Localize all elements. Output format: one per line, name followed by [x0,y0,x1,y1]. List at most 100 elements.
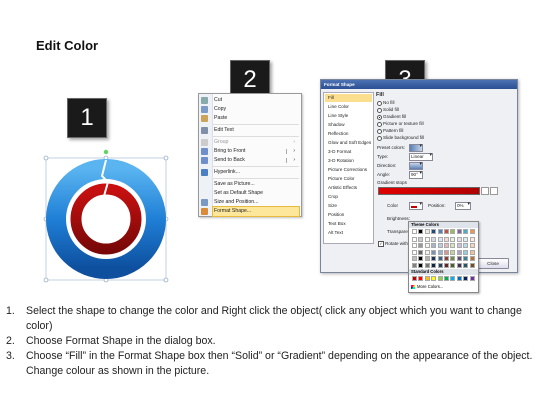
category-text-box[interactable]: Text Box [325,220,372,228]
theme-color-swatch[interactable] [418,243,424,248]
theme-color-swatch[interactable] [437,229,443,234]
theme-color-swatch[interactable] [412,256,417,261]
menu-item-cut[interactable]: Cut [201,96,299,105]
theme-color-swatch[interactable] [437,236,443,242]
menu-item-size-and-position[interactable]: Size and Position... [201,198,299,207]
category-shadow[interactable]: Shadow [325,121,372,129]
menu-item-copy[interactable]: Copy [201,105,299,114]
category-picture-corrections[interactable]: Picture Corrections [325,166,372,174]
rotate-checkbox[interactable]: ✓ [378,241,384,247]
more-colors-link[interactable]: More Colors... [411,284,443,289]
standard-color-swatch[interactable] [424,276,430,281]
category-3d-rotation[interactable]: 3-D Rotation [325,157,372,165]
radio-picture-fill[interactable] [377,122,382,127]
menu-item-send-to-back[interactable]: Send to Back › [201,156,299,165]
theme-color-swatch[interactable] [450,229,456,234]
theme-color-swatch[interactable] [469,249,475,255]
theme-color-swatch[interactable] [424,262,430,268]
theme-color-swatch[interactable] [424,229,430,234]
theme-color-swatch[interactable] [450,249,456,255]
standard-color-swatch[interactable] [431,276,437,281]
theme-color-swatch[interactable] [469,236,475,242]
category-reflection[interactable]: Reflection [325,130,372,138]
radio-no-fill[interactable] [377,101,382,106]
color-button[interactable] [409,201,423,210]
theme-color-swatch[interactable] [456,262,462,268]
remove-stop-icon[interactable] [490,187,498,195]
standard-color-swatch[interactable] [463,276,469,281]
menu-item-save-as-picture[interactable]: Save as Picture... [213,180,299,189]
standard-color-swatch[interactable] [418,276,424,281]
standard-color-swatch[interactable] [444,276,449,281]
category-alt-text[interactable]: Alt Text [325,229,372,237]
theme-color-swatch[interactable] [463,236,469,242]
preset-colors-button[interactable] [409,143,423,152]
close-button[interactable]: Close [477,258,509,269]
theme-color-swatch[interactable] [431,229,437,234]
type-select[interactable]: Linear [409,152,433,161]
theme-color-swatch[interactable] [418,249,424,255]
theme-color-swatch[interactable] [444,229,449,234]
theme-color-swatch[interactable] [450,236,456,242]
theme-color-swatch[interactable] [431,236,437,242]
theme-color-swatch[interactable] [412,236,417,242]
theme-color-swatch[interactable] [469,256,475,261]
category-glow[interactable]: Glow and Soft Edges [325,139,372,147]
standard-color-swatch[interactable] [456,276,462,281]
category-artistic-effects[interactable]: Artistic Effects [325,184,372,192]
category-crop[interactable]: Crop [325,193,372,201]
category-position[interactable]: Position [325,211,372,219]
theme-color-swatch[interactable] [456,256,462,261]
rotation-handle[interactable] [103,149,109,155]
theme-color-swatch[interactable] [469,262,475,268]
theme-color-swatch[interactable] [437,243,443,248]
menu-item-hyperlink[interactable]: Hyperlink... [201,168,299,177]
theme-color-swatch[interactable] [412,243,417,248]
theme-color-swatch[interactable] [463,262,469,268]
theme-color-swatch[interactable] [444,236,449,242]
theme-color-swatch[interactable] [450,256,456,261]
category-fill[interactable]: Fill [325,94,372,102]
angle-input[interactable]: 90° [409,170,423,179]
theme-color-swatch[interactable] [431,262,437,268]
menu-item-edit-text[interactable]: Edit Text [201,126,299,135]
theme-color-swatch[interactable] [444,249,449,255]
standard-color-swatch[interactable] [450,276,456,281]
theme-color-swatch[interactable] [424,249,430,255]
menu-item-set-default-shape[interactable]: Set as Default Shape [213,189,299,198]
theme-color-swatch[interactable] [418,236,424,242]
theme-color-swatch[interactable] [437,249,443,255]
theme-color-swatch[interactable] [456,249,462,255]
theme-color-swatch[interactable] [431,243,437,248]
theme-color-swatch[interactable] [424,256,430,261]
theme-color-swatch[interactable] [450,262,456,268]
theme-color-swatch[interactable] [418,229,424,234]
theme-color-swatch[interactable] [456,236,462,242]
theme-color-swatch[interactable] [463,229,469,234]
theme-color-swatch[interactable] [456,229,462,234]
theme-color-swatch[interactable] [444,262,449,268]
theme-color-swatch[interactable] [456,243,462,248]
theme-color-swatch[interactable] [450,243,456,248]
theme-color-swatch[interactable] [469,229,475,234]
theme-color-swatch[interactable] [437,262,443,268]
menu-item-paste[interactable]: Paste [201,114,299,123]
standard-color-swatch[interactable] [469,276,475,281]
radio-gradient-fill[interactable] [377,115,382,120]
category-3d-format[interactable]: 3-D Format [325,148,372,156]
radio-pattern-fill[interactable] [377,129,382,134]
ring-shape[interactable] [40,148,172,286]
category-line-color[interactable]: Line Color [325,103,372,111]
menu-item-bring-to-front[interactable]: Bring to Front › [201,147,299,156]
add-stop-icon[interactable] [481,187,489,195]
theme-color-swatch[interactable] [444,256,449,261]
standard-color-swatch[interactable] [437,276,443,281]
theme-color-swatch[interactable] [412,249,417,255]
theme-color-swatch[interactable] [431,256,437,261]
theme-color-swatch[interactable] [412,229,417,234]
theme-color-swatch[interactable] [412,262,417,268]
category-line-style[interactable]: Line Style [325,112,372,120]
category-picture-color[interactable]: Picture Color [325,175,372,183]
radio-solid-fill[interactable] [377,108,382,113]
theme-color-swatch[interactable] [424,236,430,242]
